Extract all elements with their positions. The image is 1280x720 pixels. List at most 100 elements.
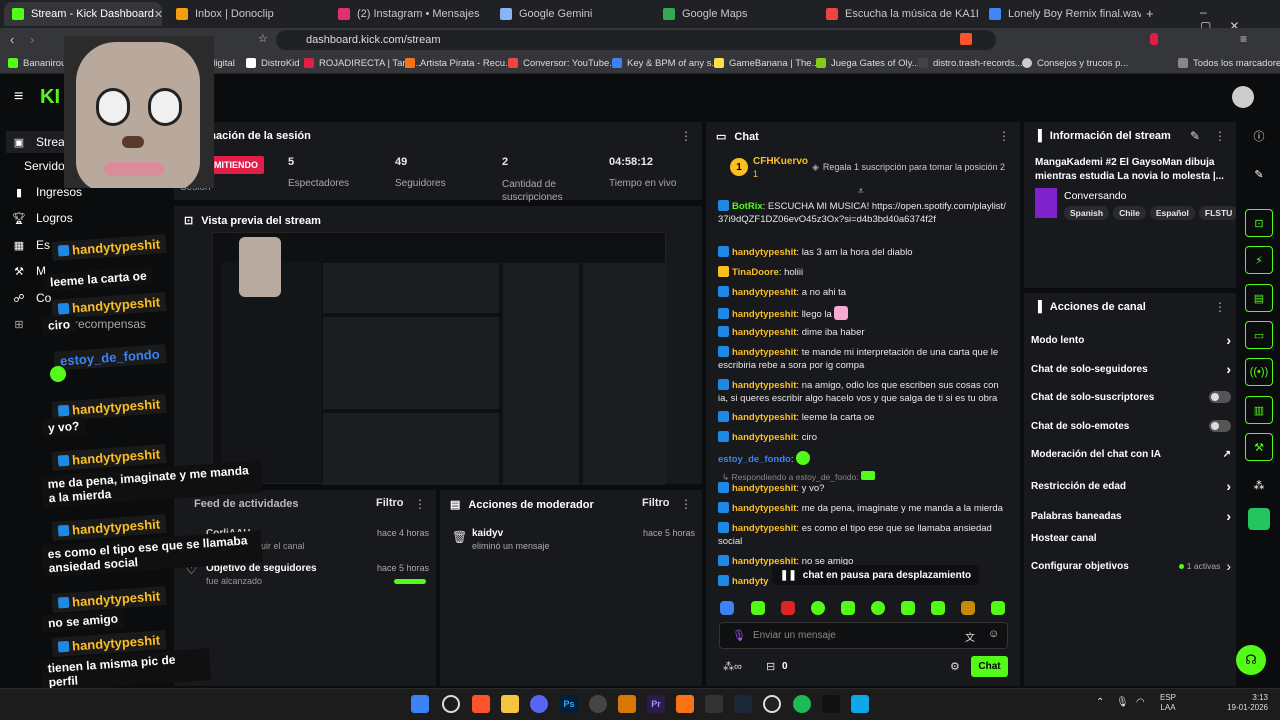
stream-preview-video[interactable] bbox=[212, 232, 666, 485]
bookmark-item[interactable]: DistroKid bbox=[246, 55, 300, 71]
subscribers-only-toggle[interactable] bbox=[1209, 391, 1231, 403]
emotes-only-toggle[interactable] bbox=[1209, 420, 1231, 432]
photoshop-icon[interactable]: Ps bbox=[560, 695, 578, 713]
spotify-icon[interactable] bbox=[793, 695, 811, 713]
sidebar-item-recompensas[interactable]: ⊞ recompensas bbox=[12, 315, 146, 333]
sidebar-item-logros[interactable]: 🏆︎ Logros bbox=[12, 209, 73, 227]
tab-donoclip[interactable]: Inbox | Donoclip bbox=[168, 2, 326, 26]
brave-icon[interactable] bbox=[472, 695, 490, 713]
capcut-icon[interactable] bbox=[822, 695, 840, 713]
bookmark-item[interactable]: ROJADIRECTA | Tarje... bbox=[304, 55, 421, 71]
kebab-icon[interactable]: ⋮ bbox=[680, 497, 692, 511]
kebab-icon[interactable]: ⋮ bbox=[998, 129, 1010, 143]
bookmark-item[interactable]: Key & BPM of any s... bbox=[612, 55, 719, 71]
emote-icon[interactable] bbox=[901, 601, 915, 615]
chevron-up-icon[interactable]: ⌃ bbox=[1096, 697, 1104, 708]
close-tab-icon[interactable]: ✕ bbox=[154, 8, 162, 21]
bookmark-item[interactable]: GameBanana | The... bbox=[714, 55, 820, 71]
tab-drive-audio[interactable]: Lonely Boy Remix final.wav - Google bbox=[981, 2, 1141, 26]
sidebar-item-m[interactable]: ⚒ M bbox=[12, 262, 46, 280]
action-configurar-objetivos[interactable]: Configurar objetivos 1 activas › bbox=[1031, 558, 1231, 574]
record-icon[interactable] bbox=[1150, 33, 1158, 45]
wrench-icon[interactable]: ⚒ bbox=[1245, 433, 1273, 461]
settings-icon[interactable]: ⚙ bbox=[950, 660, 960, 673]
tab-instagram[interactable]: (2) Instagram • Mensajes bbox=[330, 2, 490, 26]
preview-toggle-icon[interactable]: ⊡ bbox=[1245, 209, 1273, 237]
tab-maps[interactable]: Google Maps bbox=[655, 2, 815, 26]
emote-icon[interactable] bbox=[961, 601, 975, 615]
bookmark-item[interactable]: Juega Gates of Oly... bbox=[816, 55, 920, 71]
clipboard-icon[interactable]: ▤ bbox=[1245, 284, 1273, 312]
action-palabras-baneadas[interactable]: Palabras baneadas › bbox=[1031, 508, 1231, 524]
tab-gemini[interactable]: Google Gemini bbox=[492, 2, 652, 26]
avatar[interactable] bbox=[1232, 86, 1254, 108]
points-icon[interactable]: ⁂∞ bbox=[723, 660, 742, 673]
filter-button[interactable]: Filtro bbox=[376, 497, 404, 509]
kebab-icon[interactable]: ⋮ bbox=[1214, 300, 1226, 314]
action-hostear-canal[interactable]: Hostear canal bbox=[1031, 533, 1231, 544]
emote-icon[interactable] bbox=[991, 601, 1005, 615]
info-circle-icon[interactable]: ⓘ bbox=[1245, 122, 1273, 150]
emote-icon[interactable] bbox=[841, 601, 855, 615]
app-icon[interactable] bbox=[705, 695, 723, 713]
clock[interactable]: 3:13 19-01-2026 bbox=[1226, 693, 1268, 713]
discord-icon[interactable] bbox=[530, 695, 548, 713]
new-tab-icon[interactable]: + bbox=[1146, 6, 1154, 21]
explorer-icon[interactable] bbox=[501, 695, 519, 713]
broadcast-icon[interactable]: ((•)) bbox=[1245, 358, 1273, 386]
app-icon[interactable] bbox=[851, 695, 869, 713]
kebab-icon[interactable]: ⋮ bbox=[1214, 129, 1226, 143]
all-bookmarks[interactable]: Todos los marcadores bbox=[1178, 55, 1280, 71]
wifi-icon[interactable]: ◠ bbox=[1136, 697, 1145, 708]
bookmark-item[interactable]: Artista Pirata - Recu... bbox=[405, 55, 513, 71]
bookmark-icon[interactable]: ☆ bbox=[258, 32, 268, 45]
chat-input[interactable]: 🎙︎ Enviar un mensaje 文 ☺ bbox=[719, 622, 1008, 649]
language-indicator[interactable]: ESP LAA bbox=[1160, 693, 1176, 713]
action-restriccion-edad[interactable]: Restricción de edad › bbox=[1031, 478, 1231, 494]
gift-box-icon[interactable]: ⊟ bbox=[766, 660, 775, 673]
bookmark-item[interactable]: Conversor: YouTube... bbox=[508, 55, 617, 71]
sidebar-item-servidor[interactable]: Servidor bbox=[24, 157, 69, 175]
pencil-icon[interactable]: ✎ bbox=[1245, 160, 1273, 188]
tag[interactable]: Spanish bbox=[1064, 206, 1110, 220]
tab-music[interactable]: Escucha la música de KA1D | Disfruta bbox=[818, 2, 978, 26]
chat-bubble-icon[interactable]: ▭ bbox=[1245, 321, 1273, 349]
filter-button[interactable]: Filtro bbox=[642, 497, 670, 509]
microphone-icon[interactable]: 🎙︎ bbox=[732, 629, 746, 642]
obs-icon[interactable] bbox=[763, 695, 781, 713]
action-moderacion-ia[interactable]: Moderación del chat con IA ↗ bbox=[1031, 449, 1231, 460]
help-headset-icon[interactable]: ☊ bbox=[1236, 645, 1266, 675]
tag[interactable]: Español bbox=[1149, 206, 1195, 220]
premiere-icon[interactable]: Pr bbox=[647, 695, 665, 713]
emote-icon[interactable] bbox=[811, 601, 825, 615]
emote-icon[interactable] bbox=[781, 601, 795, 615]
top-gifter-name[interactable]: CFHKuervo bbox=[753, 156, 808, 167]
card-icon[interactable]: ▥ bbox=[1245, 396, 1273, 424]
back-icon[interactable]: ‹ bbox=[10, 32, 14, 47]
app-icon[interactable] bbox=[1248, 508, 1270, 530]
sidebar-item-es[interactable]: ▦ Es bbox=[12, 236, 50, 254]
emoji-icon[interactable]: ☺ bbox=[988, 628, 999, 640]
lightning-icon[interactable]: ⚡︎ bbox=[1245, 246, 1273, 274]
action-solo-seguidores[interactable]: Chat de solo-seguidores › bbox=[1031, 361, 1231, 377]
tag[interactable]: FLSTU bbox=[1198, 206, 1236, 220]
gift-prompt[interactable]: ◈ Regala 1 suscripción para tomar la posi… bbox=[812, 162, 1005, 173]
menu-icon[interactable]: ≡ bbox=[1240, 32, 1247, 46]
chrome-icon[interactable] bbox=[589, 695, 607, 713]
bookmark-item[interactable]: Consejos y trucos p... bbox=[1022, 55, 1128, 71]
app-icon[interactable] bbox=[618, 695, 636, 713]
translate-icon[interactable]: 文 bbox=[965, 629, 975, 644]
bookmark-item[interactable]: distro.trash-records... bbox=[918, 55, 1023, 71]
collapse-icon[interactable]: ⩡ bbox=[858, 186, 864, 197]
app-icon[interactable] bbox=[676, 695, 694, 713]
emote-icon[interactable] bbox=[720, 601, 734, 615]
url-field[interactable]: dashboard.kick.com/stream bbox=[276, 30, 996, 50]
emote-icon[interactable] bbox=[751, 601, 765, 615]
edit-icon[interactable]: ✎ bbox=[1190, 129, 1200, 143]
kebab-icon[interactable]: ⋮ bbox=[414, 497, 426, 511]
steam-icon[interactable] bbox=[734, 695, 752, 713]
tag[interactable]: Chile bbox=[1113, 206, 1146, 220]
brave-shield-icon[interactable] bbox=[960, 33, 972, 45]
users-icon[interactable]: ⁂ bbox=[1245, 471, 1273, 499]
category-name[interactable]: Conversando bbox=[1064, 190, 1126, 202]
